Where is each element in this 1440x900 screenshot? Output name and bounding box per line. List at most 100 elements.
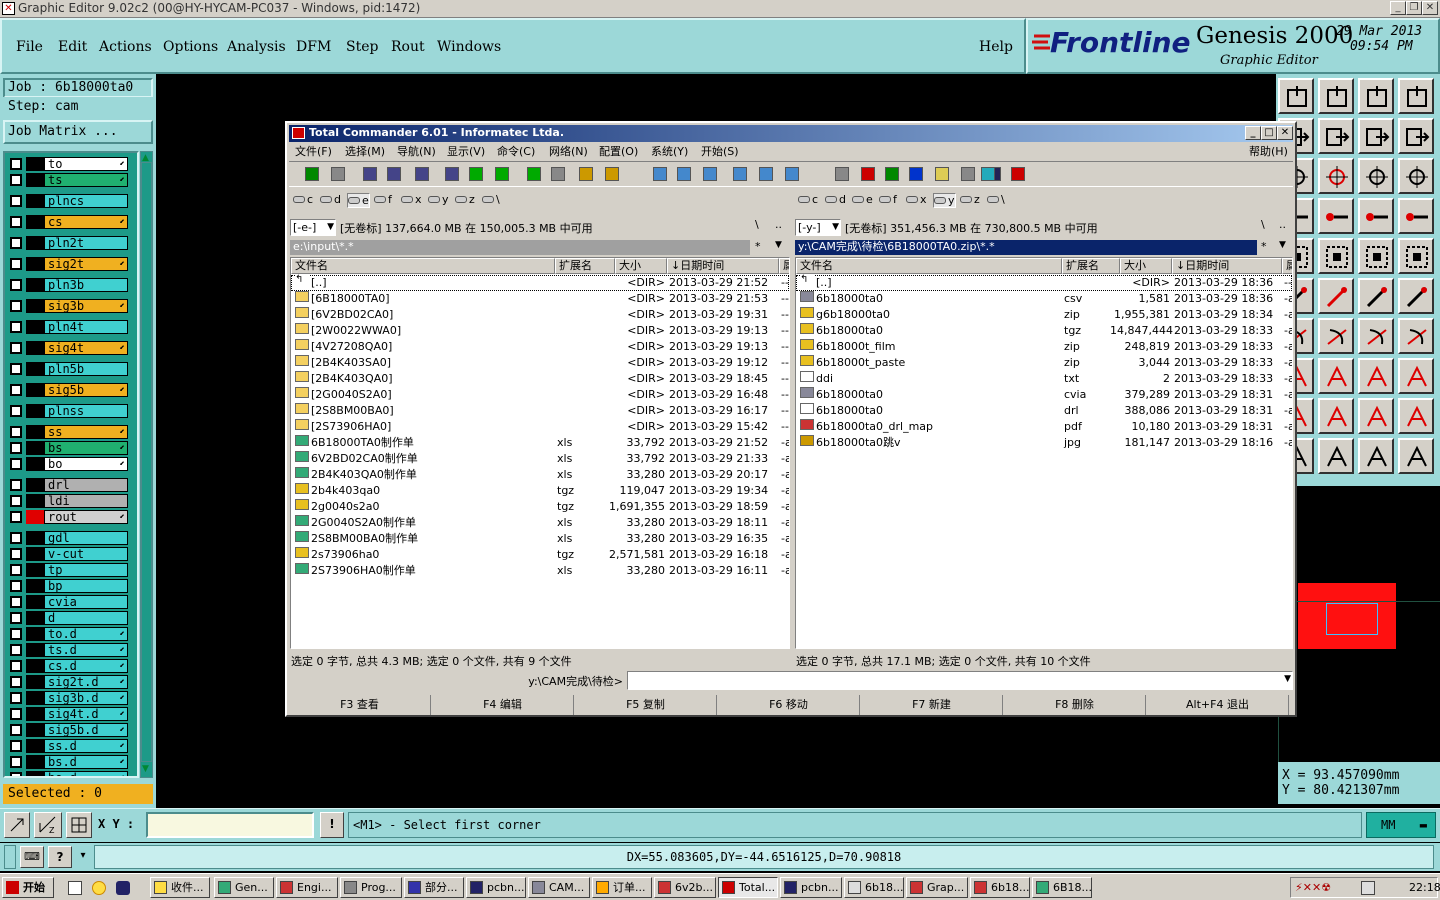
layer-color-swatch[interactable]: [26, 771, 44, 776]
layer-row-to.d[interactable]: to.d ⬋: [8, 627, 128, 641]
layer-row-sig5b[interactable]: sig5b ⬋: [8, 383, 128, 397]
task-button[interactable]: 订单...: [592, 877, 652, 898]
column-header[interactable]: 文件名: [796, 258, 1062, 274]
layer-color-swatch[interactable]: [26, 404, 44, 418]
units-select[interactable]: MM ▬: [1366, 812, 1436, 838]
layer-row-drl[interactable]: drl: [8, 478, 128, 492]
layer-row-plnss[interactable]: plnss: [8, 404, 128, 418]
layer-checkbox[interactable]: [10, 479, 22, 491]
layer-arrow-icon[interactable]: ⬋: [120, 772, 125, 776]
letter-a-2-icon[interactable]: [1318, 398, 1354, 434]
layer-color-swatch[interactable]: [26, 531, 44, 545]
ratio-icon[interactable]: [1358, 158, 1394, 194]
drive-button-x[interactable]: x: [401, 193, 422, 206]
layer-arrow-icon[interactable]: ⬋: [120, 300, 125, 313]
show-desktop-icon[interactable]: [68, 881, 82, 895]
layer-color-swatch[interactable]: [26, 595, 44, 609]
tc-menu-item[interactable]: 开始(S): [701, 143, 739, 159]
task-button[interactable]: 收件...: [150, 877, 210, 898]
fkey-button[interactable]: F5 复制: [575, 695, 717, 715]
layer-checkbox[interactable]: [10, 458, 22, 470]
layer-name[interactable]: rout ⬋: [44, 510, 128, 524]
layer-checkbox[interactable]: [10, 363, 22, 375]
layer-row-bo[interactable]: bo ⬋: [8, 457, 128, 471]
layer-arrow-icon[interactable]: ⬋: [120, 660, 125, 673]
left-file-panel[interactable]: 文件名扩展名大小↓日期时间属 ↰[..] <DIR> 2013-03-29 21:52…: [290, 257, 790, 649]
left-hotlist-icon[interactable]: ▼: [775, 240, 782, 250]
layer-color-swatch[interactable]: [26, 755, 44, 769]
layer-checkbox[interactable]: [10, 708, 22, 720]
right-root-button[interactable]: \: [1261, 218, 1265, 231]
file-row[interactable]: 2g0040s2a0 tgz 1,691,355 2013-03-29 18:59 -a…: [291, 499, 789, 515]
line-icon[interactable]: [1318, 198, 1354, 234]
grid-icon[interactable]: [66, 812, 92, 838]
cursor-2-icon[interactable]: [1358, 438, 1394, 474]
layer-name[interactable]: drl: [44, 478, 128, 492]
column-header[interactable]: 属: [1282, 258, 1292, 274]
menu-help[interactable]: Help: [979, 39, 1013, 55]
start-button[interactable]: 开始: [2, 877, 54, 898]
file-row[interactable]: [2S73906HA0] <DIR> 2013-03-29 15:42 ----: [291, 419, 789, 435]
scroll-down-icon[interactable]: ▼: [142, 764, 149, 774]
job-matrix-button[interactable]: Job Matrix ...: [3, 120, 153, 144]
layer-arrow-icon[interactable]: ⬋: [120, 724, 125, 737]
menu-step[interactable]: Step: [346, 39, 378, 55]
rotate-icon[interactable]: [1358, 318, 1394, 354]
layer-row-bs[interactable]: bs ⬋: [8, 441, 128, 455]
layer-name[interactable]: sig5b ⬋: [44, 383, 128, 397]
task-button[interactable]: CAM...: [528, 877, 590, 898]
layer-name[interactable]: sig4t ⬋: [44, 341, 128, 355]
file-row[interactable]: 2B4K403QA0制作单 xls 33,2802013-03-29 20:17 -a…: [291, 467, 789, 483]
move-cross-icon[interactable]: [1318, 158, 1354, 194]
left-parent-button[interactable]: ..: [775, 218, 782, 231]
tc-menu-item[interactable]: 文件(F): [295, 143, 332, 159]
task-button[interactable]: Total...: [718, 877, 778, 898]
fkey-button[interactable]: F8 删除: [1004, 695, 1146, 715]
letter-a-3-icon[interactable]: [1358, 398, 1394, 434]
layer-checkbox[interactable]: [10, 660, 22, 672]
pad-3-icon[interactable]: [1398, 318, 1434, 354]
layer-checkbox[interactable]: [10, 216, 22, 228]
layer-row-d[interactable]: d: [8, 611, 128, 625]
file-row[interactable]: 6V2BD02CA0制作单 xls 33,7922013-03-29 21:33 -a…: [291, 451, 789, 467]
layer-name[interactable]: pln2t: [44, 236, 128, 250]
menu-windows[interactable]: Windows: [437, 39, 501, 55]
column-header[interactable]: 大小: [1120, 258, 1172, 274]
node-a-icon[interactable]: [1358, 198, 1394, 234]
node-b-icon[interactable]: [1398, 198, 1434, 234]
drive-button-c[interactable]: c: [798, 193, 818, 206]
layer-row-sig2t[interactable]: sig2t ⬋: [8, 257, 128, 271]
layer-checkbox[interactable]: [10, 532, 22, 544]
layer-name[interactable]: to.d ⬋: [44, 627, 128, 641]
layer-name[interactable]: sig3b ⬋: [44, 299, 128, 313]
info-icon[interactable]: !: [320, 812, 344, 838]
layer-name[interactable]: sig4t.d ⬋: [44, 707, 128, 721]
layer-color-swatch[interactable]: [26, 173, 44, 187]
layer-color-swatch[interactable]: [26, 457, 44, 471]
drive-button-root[interactable]: \: [987, 193, 1005, 206]
file-row[interactable]: 6b18000ta0 cvia 379,2892013-03-29 18:31 -a-: [796, 387, 1292, 403]
file-row[interactable]: 6b18000ta0 drl 388,0862013-03-29 18:31 -a-: [796, 403, 1292, 419]
letter-a-4-icon[interactable]: [1398, 398, 1434, 434]
layer-color-swatch[interactable]: [26, 425, 44, 439]
layer-row-pln3b[interactable]: pln3b: [8, 278, 128, 292]
layer-color-swatch[interactable]: [26, 579, 44, 593]
layer-name[interactable]: ts.d ⬋: [44, 643, 128, 657]
layer-row-v-cut[interactable]: v-cut: [8, 547, 128, 561]
right-parent-button[interactable]: ..: [1279, 218, 1286, 231]
tc-menu-item[interactable]: 导航(N): [397, 143, 436, 159]
layer-arrow-icon[interactable]: ⬋: [120, 174, 125, 187]
layer-arrow-icon[interactable]: ⬋: [120, 426, 125, 439]
excel-icon[interactable]: [885, 167, 899, 181]
minimize-icon[interactable]: _: [1390, 1, 1406, 15]
layer-checkbox[interactable]: [10, 495, 22, 507]
net-icon[interactable]: [1398, 438, 1434, 474]
right-file-panel[interactable]: 文件名扩展名大小↓日期时间属 ↰[..] <DIR> 2013-03-29 18:36…: [795, 257, 1293, 649]
back-icon[interactable]: [495, 167, 509, 181]
find-icon[interactable]: [653, 167, 667, 181]
xy-input[interactable]: [146, 812, 314, 838]
left-history-icon[interactable]: *: [755, 240, 761, 253]
layer-row-pln4t[interactable]: pln4t: [8, 320, 128, 334]
status-dropdown-icon[interactable]: ▾: [76, 846, 90, 868]
fkey-button[interactable]: F7 新建: [861, 695, 1003, 715]
